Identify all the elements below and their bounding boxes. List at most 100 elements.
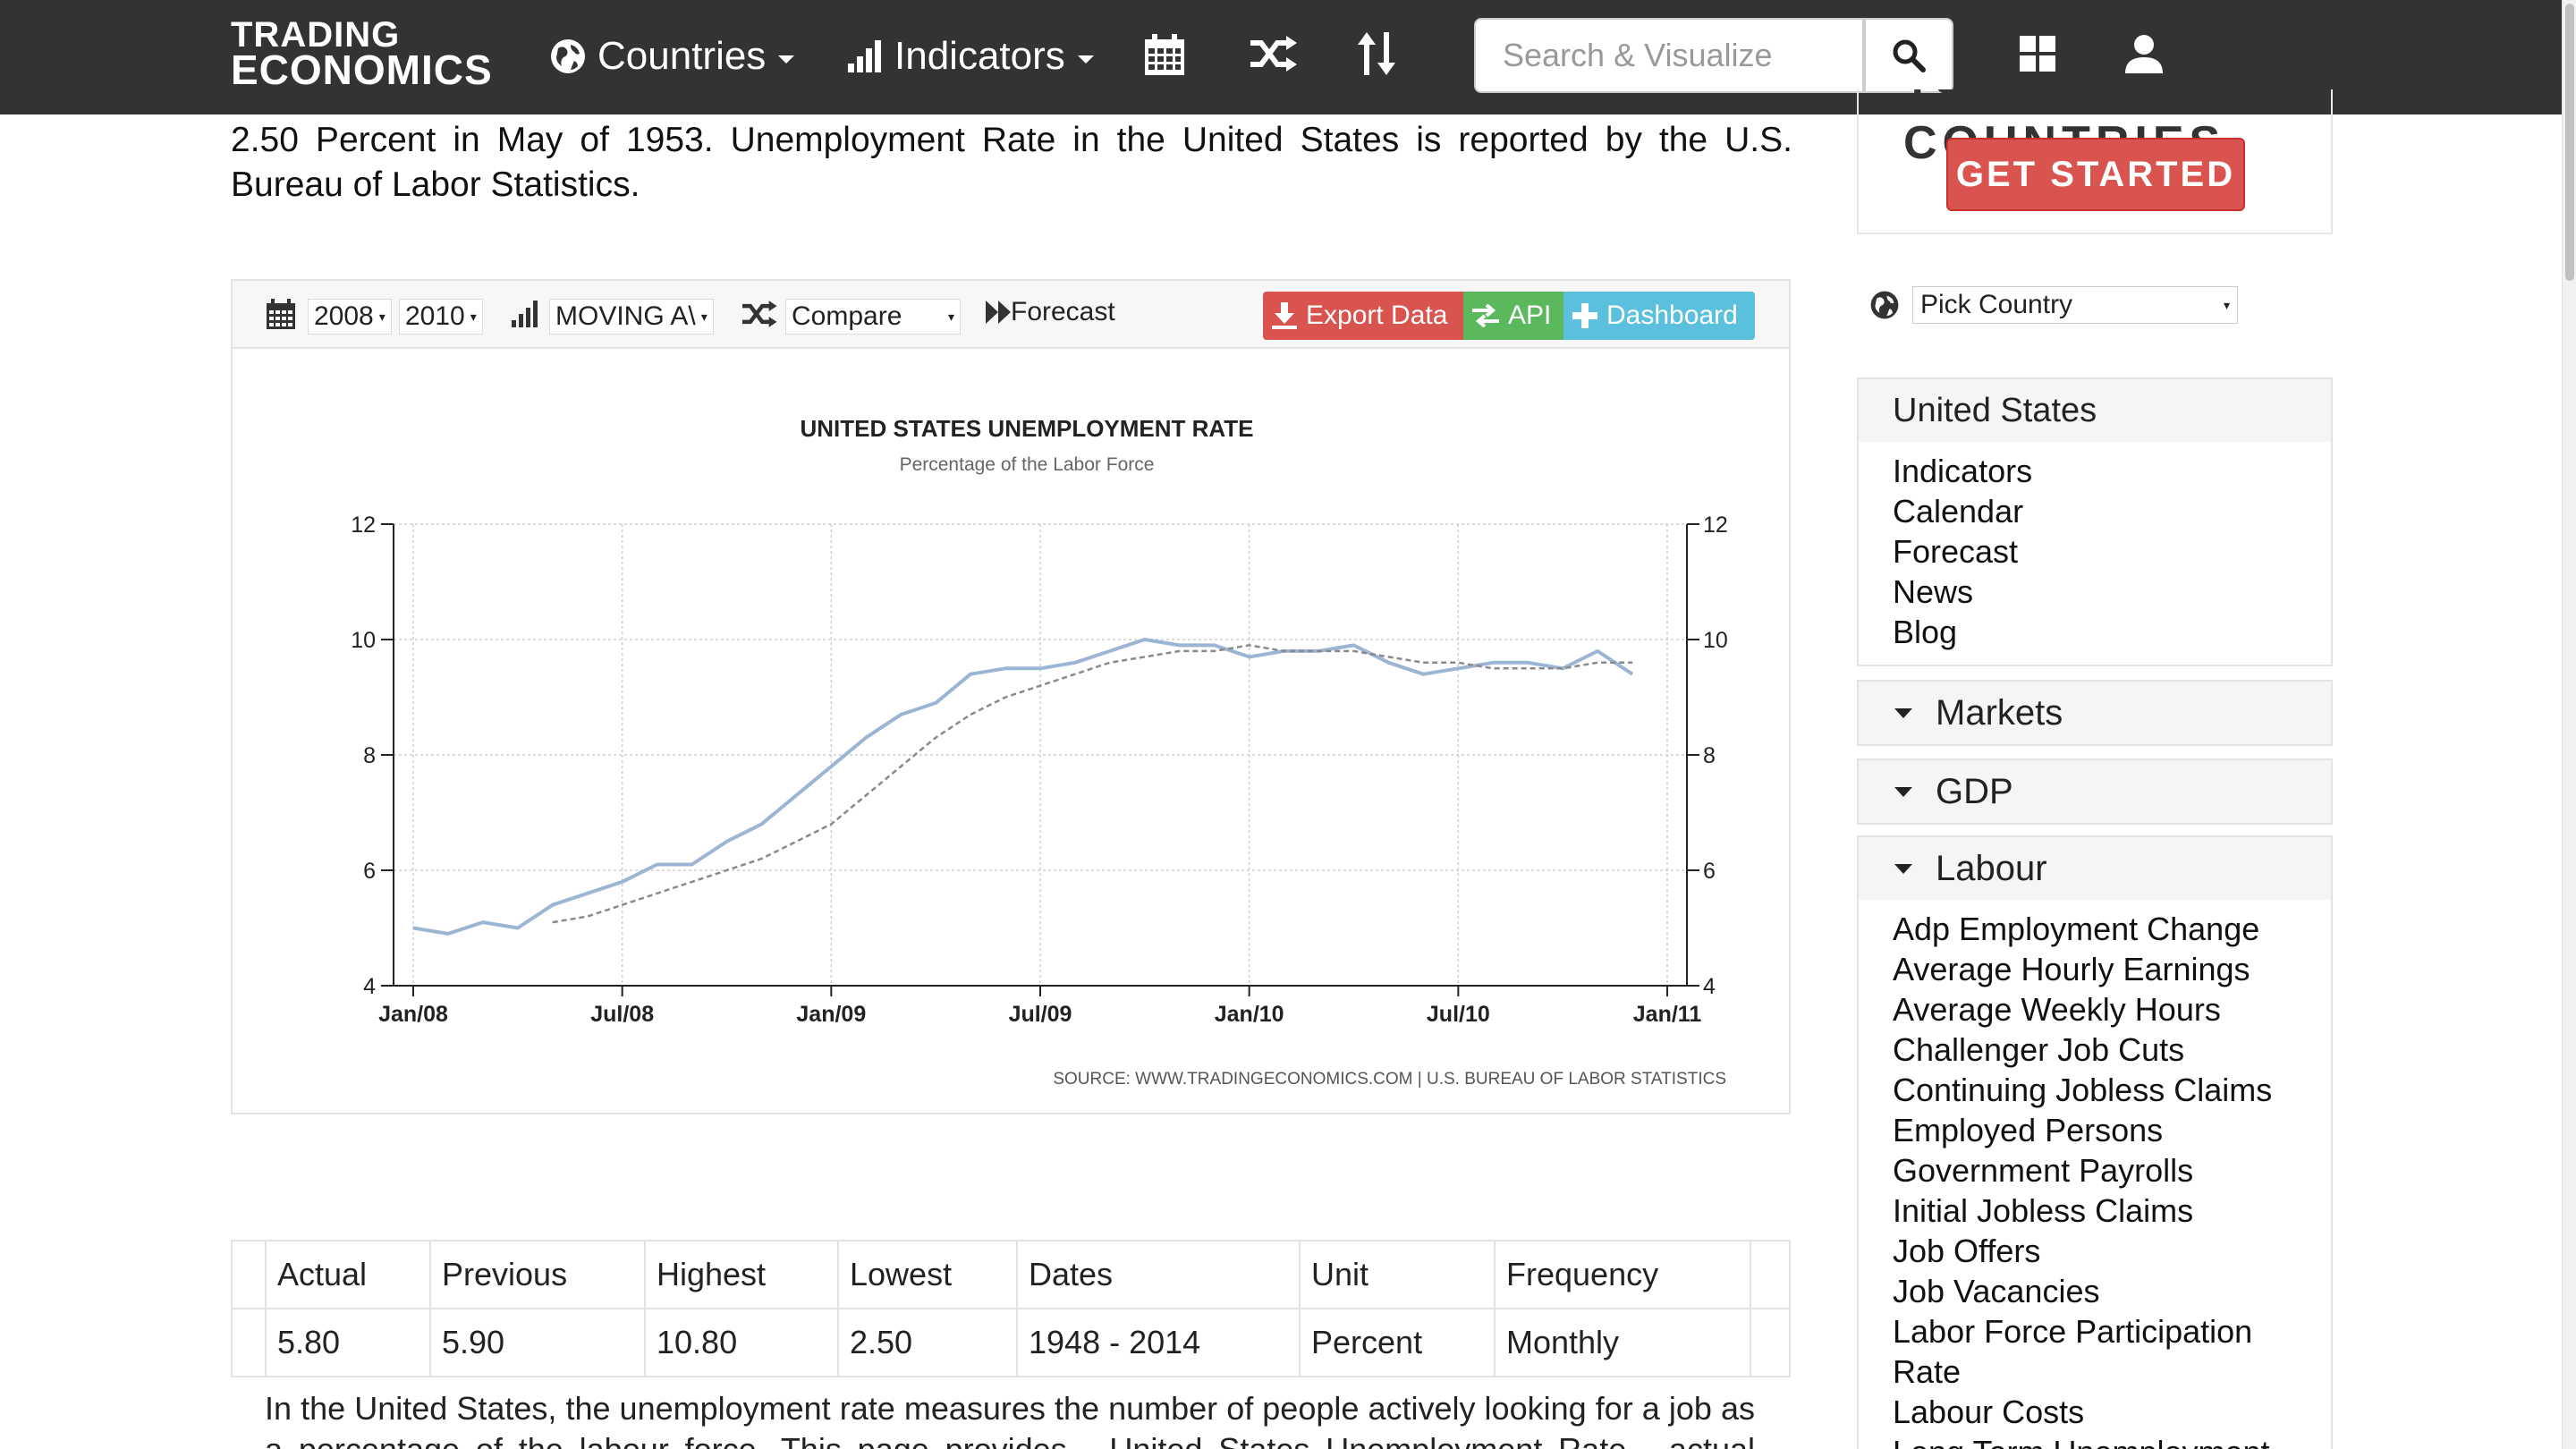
markets-toggle[interactable]: Markets	[1859, 682, 2331, 744]
stats-value-row: 5.80 5.90 10.80 2.50 1948 - 2014 Percent…	[231, 1308, 1791, 1377]
labour-link[interactable]: Labour Costs	[1893, 1392, 2297, 1432]
country-link-calendar[interactable]: Calendar	[1893, 491, 2297, 531]
description-text: In the United States, the unemployment r…	[265, 1390, 1755, 1449]
labour-link[interactable]: Labor Force Participation	[1893, 1311, 2297, 1352]
x-tick-label: Jul/10	[1427, 1002, 1490, 1027]
labour-link[interactable]: Rate	[1893, 1352, 2297, 1392]
page-scrollbar[interactable]	[2562, 0, 2576, 1449]
labour-link[interactable]: Long Term Unemployment	[1893, 1432, 2297, 1449]
labour-link[interactable]: Employed Persons	[1893, 1110, 2297, 1150]
country-link-indicators[interactable]: Indicators	[1893, 451, 2297, 491]
stats-table: Actual Previous Highest Lowest Dates Uni…	[231, 1240, 1791, 1377]
value-unit: Percent	[1299, 1308, 1496, 1377]
header-actual: Actual	[265, 1240, 431, 1309]
intro-text: 2.50 Percent in May of 1953. Unemploymen…	[231, 121, 1792, 204]
markets-section: Markets	[1857, 680, 2333, 746]
chart-lines	[412, 638, 1634, 936]
y-tick-label-right: 8	[1703, 743, 1716, 768]
country-menu-header[interactable]: United States	[1859, 379, 2331, 442]
site-logo[interactable]: TRADING ECONOMICS	[231, 17, 493, 93]
series-line-moving-average	[552, 644, 1633, 924]
y-tick-label-right: 12	[1703, 513, 1728, 538]
globe-icon	[1870, 291, 1899, 319]
labour-link[interactable]: Challenger Job Cuts	[1893, 1030, 2297, 1070]
header-lowest: Lowest	[837, 1240, 1018, 1309]
search-icon	[1893, 39, 1926, 72]
globe-icon	[551, 39, 585, 73]
unemployment-chart: UNITED STATES UNEMPLOYMENT RATE Percenta…	[351, 415, 1728, 1089]
series-line-unemployment	[412, 638, 1634, 936]
markets-label: Markets	[1936, 692, 2063, 733]
labour-link[interactable]: Average Weekly Hours	[1893, 989, 2297, 1030]
labour-label: Labour	[1936, 848, 2047, 888]
labour-toggle[interactable]: Labour	[1859, 837, 2331, 900]
pick-country: Pick Country ▾	[1869, 286, 2238, 324]
y-tick-label-left: 12	[351, 513, 376, 538]
x-tick-label: Jul/08	[590, 1002, 654, 1027]
labour-link[interactable]: Initial Jobless Claims	[1893, 1191, 2297, 1231]
y-tick-label-right: 10	[1703, 628, 1728, 653]
x-tick-label: Jan/09	[796, 1002, 866, 1027]
x-tick-label: Jan/10	[1215, 1002, 1284, 1027]
pick-country-label: Pick Country	[1920, 290, 2073, 319]
caret-down-icon	[778, 55, 795, 64]
chart-axes: 4 4 6 6 8 8 10 10 12 12 Jan/08 Jul/08 Jan/09 Jul/09 Ja…	[351, 513, 1728, 1027]
nav-countries-label: Countries	[597, 34, 767, 78]
header-previous: Previous	[429, 1240, 646, 1309]
grid-icon[interactable]	[2020, 36, 2055, 76]
search-input[interactable]: Search & Visualize	[1474, 18, 1864, 93]
y-tick-label-right: 4	[1703, 974, 1716, 999]
header-frequency: Frequency	[1494, 1240, 1751, 1309]
nav-indicators[interactable]: Indicators	[848, 34, 1094, 79]
labour-link[interactable]: Average Hourly Earnings	[1893, 949, 2297, 989]
labour-link[interactable]: Continuing Jobless Claims	[1893, 1070, 2297, 1110]
y-tick-label-right: 6	[1703, 859, 1716, 884]
search-button[interactable]	[1864, 18, 1953, 93]
value-previous: 5.90	[429, 1308, 646, 1377]
value-dates: 1948 - 2014	[1016, 1308, 1301, 1377]
pick-country-select[interactable]: Pick Country ▾	[1912, 286, 2238, 324]
sort-icon[interactable]	[1356, 32, 1397, 80]
user-icon[interactable]	[2125, 34, 2163, 78]
shuffle-icon[interactable]	[1250, 36, 1299, 76]
gdp-toggle[interactable]: GDP	[1859, 760, 2331, 823]
scrollbar-thumb[interactable]	[2565, 4, 2574, 281]
x-tick-label: Jan/08	[378, 1002, 448, 1027]
header-dates: Dates	[1016, 1240, 1301, 1309]
get-started-button[interactable]: GET STARTED	[1946, 138, 2245, 211]
labour-link[interactable]: Job Offers	[1893, 1231, 2297, 1271]
y-tick-label-left: 10	[351, 628, 376, 653]
labour-section: Labour Adp Employment Change Average Hour…	[1857, 835, 2333, 1449]
dropdown-arrow-icon: ▾	[2223, 297, 2230, 312]
labour-link[interactable]: Job Vacancies	[1893, 1271, 2297, 1311]
caret-down-icon	[1077, 55, 1094, 64]
caret-down-icon	[1894, 863, 1912, 874]
value-frequency: Monthly	[1494, 1308, 1751, 1377]
x-tick-label: Jan/11	[1633, 1002, 1702, 1027]
y-tick-label-left: 8	[363, 743, 376, 768]
calendar-icon[interactable]	[1145, 34, 1184, 80]
gdp-section: GDP	[1857, 758, 2333, 825]
country-menu: United States Indicators Calendar Foreca…	[1857, 377, 2333, 666]
stats-header-row: Actual Previous Highest Lowest Dates Uni…	[231, 1240, 1791, 1309]
chart-panel: 2008 ▾ 2010 ▾ MOVING A\ ▾ Compare ▾ Forecast	[231, 279, 1791, 1114]
labour-links: Adp Employment Change Average Hourly Earn…	[1859, 900, 2331, 1449]
country-link-blog[interactable]: Blog	[1893, 612, 2297, 652]
table-gutter	[231, 1240, 267, 1309]
chart-subtitle: Percentage of the Labor Force	[900, 454, 1155, 475]
chart-source: SOURCE: WWW.TRADINGECONOMICS.COM | U.S. …	[1053, 1070, 1726, 1089]
labour-link[interactable]: Government Payrolls	[1893, 1150, 2297, 1191]
country-link-forecast[interactable]: Forecast	[1893, 531, 2297, 572]
value-highest: 10.80	[644, 1308, 839, 1377]
search-placeholder: Search & Visualize	[1503, 37, 1773, 73]
caret-down-icon	[1894, 708, 1912, 718]
country-link-news[interactable]: News	[1893, 572, 2297, 612]
nav-countries[interactable]: Countries	[549, 34, 795, 79]
gdp-label: GDP	[1936, 771, 2013, 811]
header-unit: Unit	[1299, 1240, 1496, 1309]
labour-link[interactable]: Adp Employment Change	[1893, 909, 2297, 949]
promo-box: 196 COUNTRIES GET STARTED	[1857, 89, 2333, 234]
logo-line2: ECONOMICS	[231, 47, 493, 93]
x-tick-label: Jul/09	[1009, 1002, 1072, 1027]
bar-chart-icon	[848, 40, 881, 72]
